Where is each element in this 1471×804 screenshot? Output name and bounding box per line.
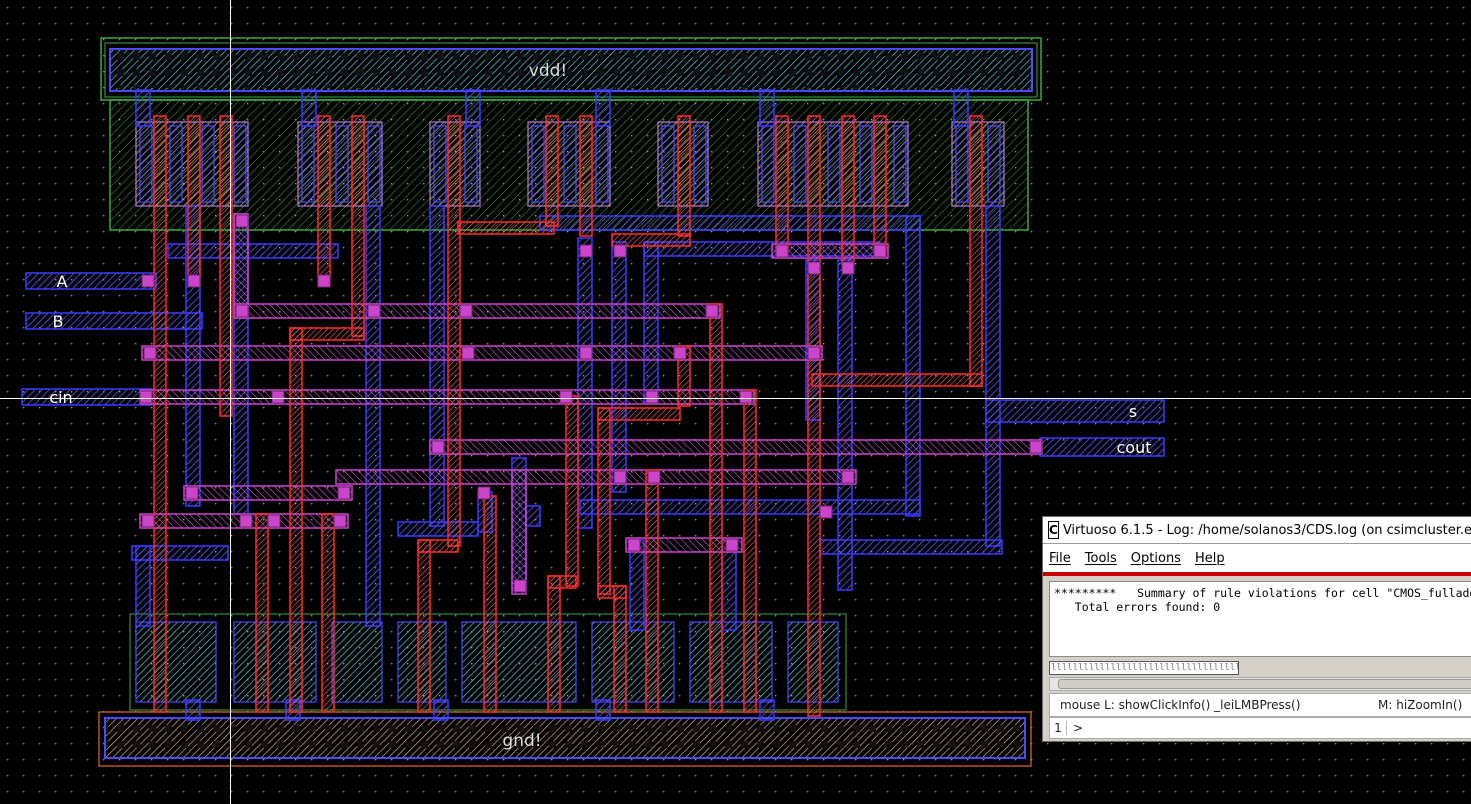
menu-help[interactable]: Help bbox=[1195, 551, 1225, 566]
menu-file[interactable]: File bbox=[1049, 551, 1071, 566]
gnd-label: gnd! bbox=[502, 731, 541, 751]
command-prompt[interactable]: 1 > bbox=[1049, 717, 1471, 739]
log-menubar: File Tools Options Help bbox=[1043, 544, 1471, 576]
scrollbar-thumb[interactable] bbox=[1058, 679, 1471, 689]
menu-options[interactable]: Options bbox=[1131, 551, 1181, 566]
status-left-binding: mouse L: showClickInfo() _leiLMBPress() bbox=[1060, 698, 1301, 712]
pin-label-cin: cin bbox=[49, 388, 72, 407]
virtuoso-app-icon: C bbox=[1048, 521, 1059, 539]
log-line: Total errors found: 0 bbox=[1054, 600, 1221, 614]
horizontal-scrollbar[interactable] bbox=[1049, 677, 1471, 691]
prompt-symbol: > bbox=[1073, 721, 1084, 735]
gnd-rail[interactable]: gnd! bbox=[98, 711, 1032, 767]
vdd-label: vdd! bbox=[529, 61, 567, 81]
mouse-binding-status: mouse L: showClickInfo() _leiLMBPress() … bbox=[1049, 693, 1471, 717]
command-input[interactable]: llllllllllllllllllllllllllllllllllllllll… bbox=[1049, 661, 1239, 675]
log-line: ********* Summary of rule violations for… bbox=[1054, 586, 1471, 600]
status-right-binding: M: hiZoomIn() bbox=[1378, 698, 1463, 712]
pin-label-s: s bbox=[1129, 402, 1137, 421]
log-output[interactable]: ********* Summary of rule violations for… bbox=[1049, 581, 1471, 657]
pin-label-cout: cout bbox=[1117, 438, 1152, 457]
pin-label-a: A bbox=[57, 272, 68, 291]
menu-tools[interactable]: Tools bbox=[1085, 551, 1117, 566]
prompt-number: 1 bbox=[1050, 721, 1067, 735]
log-window-title: Virtuoso 6.1.5 - Log: /home/solanos3/CDS… bbox=[1062, 522, 1471, 538]
log-window[interactable]: C Virtuoso 6.1.5 - Log: /home/solanos3/C… bbox=[1042, 516, 1471, 742]
log-window-titlebar[interactable]: C Virtuoso 6.1.5 - Log: /home/solanos3/C… bbox=[1043, 517, 1471, 544]
pin-label-b: B bbox=[53, 312, 64, 331]
